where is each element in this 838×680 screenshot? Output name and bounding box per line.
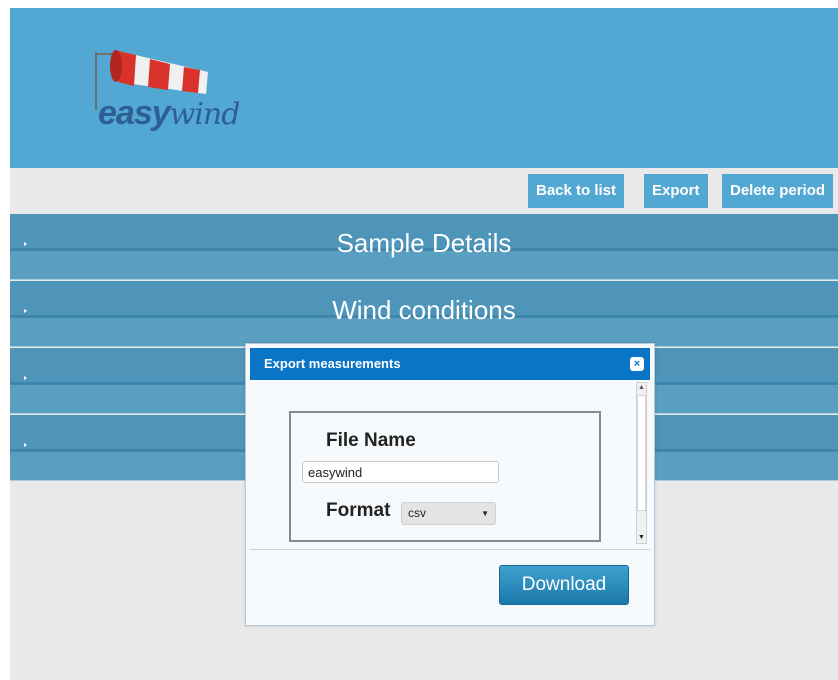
dialog-scrollbar[interactable]: ▲ ▼ (636, 382, 647, 544)
close-icon[interactable]: × (630, 357, 644, 371)
header: easywind (10, 8, 838, 168)
format-select[interactable]: csv ▼ (401, 502, 496, 525)
file-name-input[interactable] (302, 461, 499, 483)
section-title: Wind conditions (332, 295, 516, 325)
expand-arrow-icon (24, 443, 27, 447)
export-dialog: Export measurements × File Name Format c… (245, 343, 655, 626)
dialog-content: File Name Format csv ▼ ▲ ▼ (250, 380, 650, 546)
section-title: Sample Details (336, 228, 512, 258)
logo-text: easywind (98, 94, 241, 133)
section-wind-conditions[interactable]: Wind conditions (10, 281, 838, 347)
scroll-down-icon[interactable]: ▼ (637, 533, 646, 543)
export-button[interactable]: Export (644, 174, 708, 208)
logo-text-easy: easy (98, 94, 171, 132)
export-form: File Name Format csv ▼ (289, 411, 601, 542)
dialog-title: Export measurements (264, 356, 401, 371)
easywind-logo[interactable]: easywind (88, 42, 308, 132)
logo-text-wind: wind (169, 97, 241, 132)
format-select-value: csv (408, 506, 426, 520)
expand-arrow-icon (24, 376, 27, 380)
scroll-up-icon[interactable]: ▲ (637, 383, 646, 393)
scrollbar-thumb[interactable] (637, 395, 646, 511)
dialog-divider (250, 549, 650, 550)
section-sample-details[interactable]: Sample Details (10, 214, 838, 280)
chevron-down-icon: ▼ (481, 509, 489, 518)
back-to-list-button[interactable]: Back to list (528, 174, 625, 208)
toolbar: Back to list Export Delete period (10, 168, 838, 214)
file-name-label: File Name (326, 430, 416, 451)
dialog-title-bar[interactable]: Export measurements × (250, 348, 650, 380)
delete-period-button[interactable]: Delete period (722, 174, 834, 208)
download-button[interactable]: Download (499, 565, 629, 605)
format-label: Format (326, 500, 391, 521)
